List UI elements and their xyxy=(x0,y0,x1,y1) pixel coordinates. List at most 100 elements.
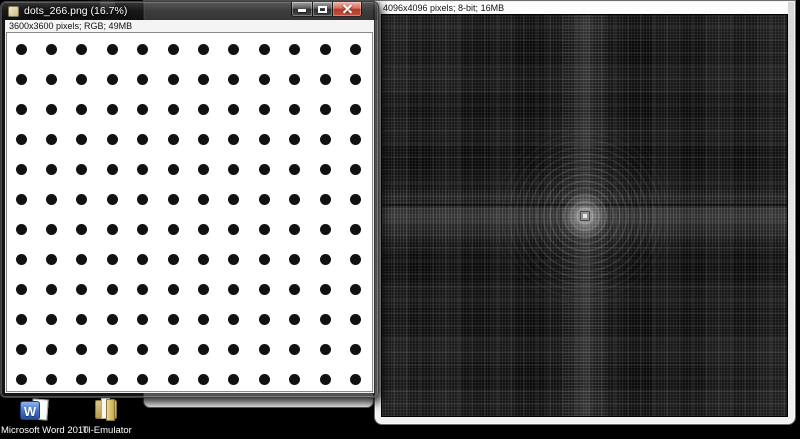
grid-dot xyxy=(349,193,361,205)
grid-dot xyxy=(45,193,57,205)
grid-dot xyxy=(197,133,209,145)
grid-dot xyxy=(106,373,118,385)
grid-dot xyxy=(106,253,118,265)
grid-dot xyxy=(319,223,331,235)
grid-dot xyxy=(106,133,118,145)
grid-dot xyxy=(349,73,361,85)
grid-dot xyxy=(228,73,240,85)
grid-dot xyxy=(349,103,361,115)
dots-window-body: 3600x3600 pixels; RGB; 49MB xyxy=(5,20,374,393)
grid-dot xyxy=(167,283,179,295)
caption-buttons xyxy=(291,2,362,17)
grid-dot xyxy=(15,253,27,265)
close-button[interactable] xyxy=(333,2,362,17)
grid-dot xyxy=(106,73,118,85)
grid-dot xyxy=(167,163,179,175)
grid-dot xyxy=(197,313,209,325)
grid-dot xyxy=(167,193,179,205)
grid-dot xyxy=(289,73,301,85)
ti-emulator-icon-label: TI-Emulator xyxy=(82,425,132,436)
grid-dot xyxy=(45,163,57,175)
grid-dot xyxy=(106,283,118,295)
grid-dot xyxy=(197,163,209,175)
grid-dot xyxy=(289,253,301,265)
maximize-button[interactable] xyxy=(312,2,333,17)
grid-dot xyxy=(106,163,118,175)
grid-dot xyxy=(349,313,361,325)
grid-dot xyxy=(197,43,209,55)
grid-dot xyxy=(197,253,209,265)
maximize-icon xyxy=(318,6,327,13)
grid-dot xyxy=(137,313,149,325)
grid-dot xyxy=(137,223,149,235)
desktop: 4096x4096 pixels; 8-bit; 16MB dots_266.p… xyxy=(0,0,800,439)
grid-dot xyxy=(15,283,27,295)
grid-dot xyxy=(15,43,27,55)
dots-window-title: dots_266.png (16.7%) xyxy=(24,5,128,17)
grid-dot xyxy=(258,163,270,175)
grid-dot xyxy=(319,43,331,55)
grid-dot xyxy=(289,103,301,115)
grid-dot xyxy=(137,43,149,55)
grid-dot xyxy=(289,373,301,385)
grid-dot xyxy=(15,103,27,115)
grid-dot xyxy=(228,133,240,145)
grid-dot xyxy=(167,313,179,325)
grid-dot xyxy=(197,103,209,115)
word-icon-label: Microsoft Word 2010 xyxy=(1,425,89,436)
grid-dot xyxy=(319,283,331,295)
grid-dot xyxy=(76,193,88,205)
dots-image-canvas[interactable] xyxy=(6,32,373,392)
grid-dot xyxy=(289,343,301,355)
minimize-button[interactable] xyxy=(291,2,312,17)
grid-dot xyxy=(76,103,88,115)
grid-dot xyxy=(167,103,179,115)
grid-dot xyxy=(45,73,57,85)
fft-window[interactable]: 4096x4096 pixels; 8-bit; 16MB xyxy=(374,0,796,425)
grid-dot xyxy=(258,133,270,145)
grid-dot xyxy=(228,43,240,55)
grid-dot xyxy=(258,223,270,235)
grid-dot xyxy=(319,343,331,355)
desktop-icon-word[interactable]: W Microsoft Word 2010 xyxy=(1,398,89,436)
dots-status-text: 3600x3600 pixels; RGB; 49MB xyxy=(9,21,133,31)
grid-dot xyxy=(258,103,270,115)
grid-dot xyxy=(137,193,149,205)
grid-dot xyxy=(349,283,361,295)
grid-dot xyxy=(197,373,209,385)
desktop-icon-ti-emulator[interactable]: TI-Emulator xyxy=(74,398,140,436)
grid-dot xyxy=(76,223,88,235)
grid-dot xyxy=(228,343,240,355)
dots-window[interactable]: dots_266.png (16.7%) 3600x3600 pixels; R… xyxy=(0,1,379,398)
grid-dot xyxy=(228,313,240,325)
folder-icon xyxy=(92,398,122,423)
grid-dot xyxy=(137,133,149,145)
grid-dot xyxy=(76,283,88,295)
grid-dot xyxy=(349,223,361,235)
grid-dot xyxy=(106,43,118,55)
grid-dot xyxy=(45,103,57,115)
grid-dot xyxy=(258,373,270,385)
grid-dot xyxy=(197,73,209,85)
word-icon: W xyxy=(19,398,49,423)
grid-dot xyxy=(349,373,361,385)
grid-dot xyxy=(15,73,27,85)
grid-dot xyxy=(289,283,301,295)
dots-window-titlebar[interactable]: dots_266.png (16.7%) xyxy=(1,2,378,20)
fft-status-bar: 4096x4096 pixels; 8-bit; 16MB xyxy=(380,2,788,14)
grid-dot xyxy=(137,103,149,115)
grid-dot xyxy=(15,193,27,205)
fft-image-canvas[interactable] xyxy=(381,14,788,417)
grid-dot xyxy=(289,313,301,325)
grid-dot xyxy=(319,73,331,85)
grid-dot xyxy=(15,133,27,145)
grid-dot xyxy=(289,43,301,55)
grid-dot xyxy=(167,253,179,265)
grid-dot xyxy=(76,73,88,85)
grid-dot xyxy=(197,283,209,295)
grid-dot xyxy=(45,373,57,385)
grid-dot xyxy=(137,73,149,85)
grid-dot xyxy=(167,343,179,355)
grid-dot xyxy=(258,193,270,205)
grid-dot xyxy=(167,133,179,145)
